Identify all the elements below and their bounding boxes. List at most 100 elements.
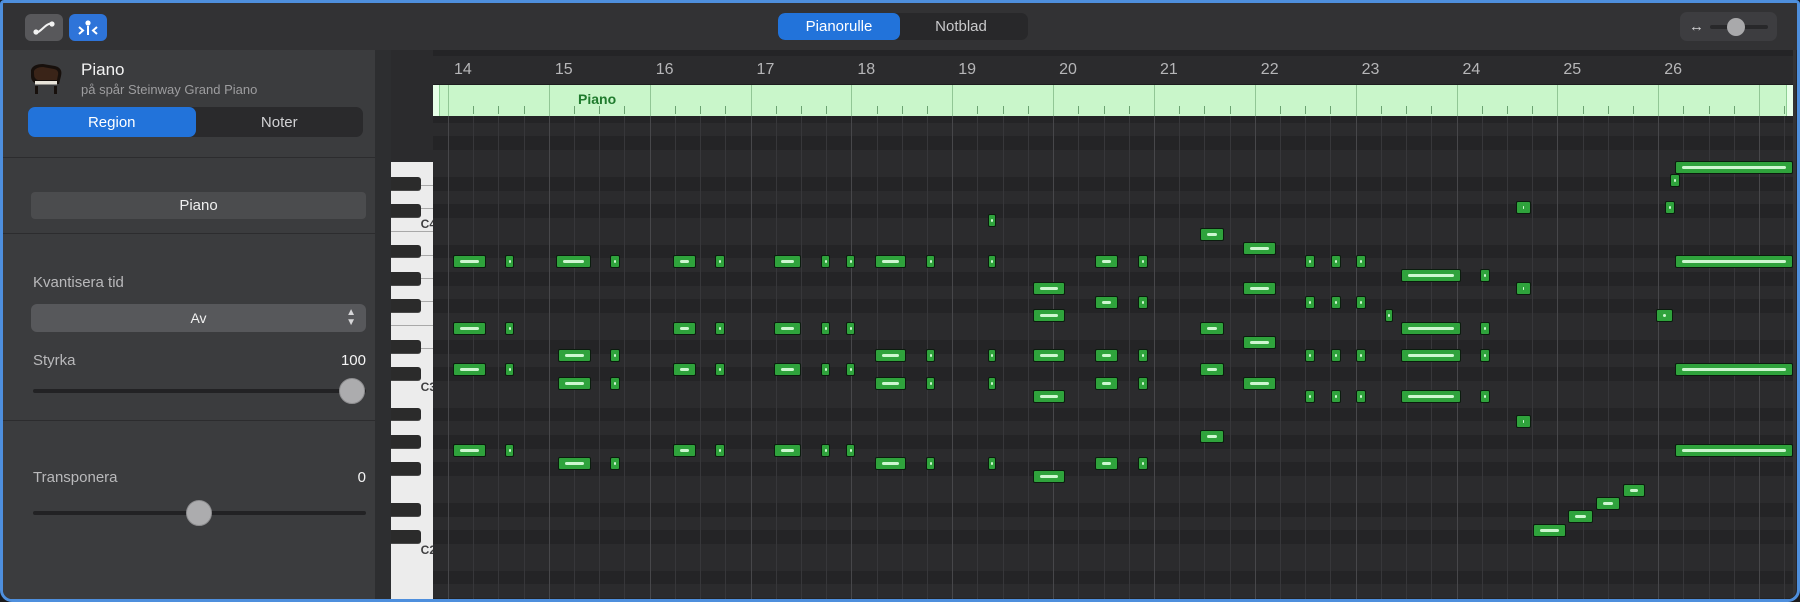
midi-note[interactable]: [1033, 469, 1065, 483]
midi-note[interactable]: [505, 321, 514, 335]
midi-note[interactable]: [846, 254, 855, 268]
midi-note[interactable]: [1356, 295, 1366, 309]
midi-note[interactable]: [715, 443, 725, 457]
midi-note[interactable]: [1480, 389, 1490, 403]
midi-note[interactable]: [1656, 308, 1673, 322]
midi-note[interactable]: [774, 254, 801, 268]
midi-note[interactable]: [1305, 295, 1315, 309]
midi-note[interactable]: [1200, 362, 1224, 376]
piano-key-black[interactable]: [391, 367, 421, 381]
midi-note[interactable]: [926, 348, 935, 362]
transpose-slider-track[interactable]: [33, 500, 366, 526]
midi-note[interactable]: [1331, 348, 1341, 362]
midi-note[interactable]: [1305, 389, 1315, 403]
midi-note[interactable]: [1533, 523, 1566, 537]
midi-note[interactable]: [875, 376, 906, 390]
midi-note[interactable]: [453, 443, 486, 457]
automation-curve-tool-button[interactable]: [25, 14, 63, 41]
midi-note[interactable]: [1675, 362, 1793, 376]
midi-note[interactable]: [1331, 295, 1341, 309]
midi-note[interactable]: [1138, 254, 1148, 268]
midi-note[interactable]: [1033, 281, 1065, 295]
velocity-slider-track[interactable]: [33, 378, 366, 404]
midi-note[interactable]: [453, 254, 486, 268]
midi-note[interactable]: [1243, 281, 1276, 295]
midi-note[interactable]: [774, 443, 801, 457]
bar-ruler[interactable]: 14 15 16 17 18 19 20 21 22 23 24 25 26: [433, 56, 1793, 85]
midi-note[interactable]: [1305, 348, 1315, 362]
midi-note[interactable]: [1356, 389, 1366, 403]
midi-note[interactable]: [1675, 443, 1793, 457]
midi-note[interactable]: [1356, 254, 1366, 268]
midi-note[interactable]: [715, 321, 725, 335]
piano-key-black[interactable]: [391, 272, 421, 286]
piano-key-black[interactable]: [391, 502, 421, 517]
piano-key-black[interactable]: [391, 204, 421, 218]
piano-key-black[interactable]: [391, 176, 421, 191]
midi-note[interactable]: [1138, 348, 1148, 362]
transpose-slider-knob[interactable]: [186, 500, 212, 526]
midi-note[interactable]: [1480, 268, 1490, 282]
midi-note[interactable]: [1401, 268, 1461, 282]
midi-note[interactable]: [610, 254, 620, 268]
midi-note[interactable]: [1095, 348, 1118, 362]
midi-note[interactable]: [673, 443, 696, 457]
piano-key-black[interactable]: [391, 462, 421, 476]
midi-note[interactable]: [846, 443, 855, 457]
midi-note[interactable]: [1095, 456, 1118, 470]
region-name-button[interactable]: Piano: [31, 192, 366, 219]
midi-note[interactable]: [1138, 295, 1148, 309]
midi-note[interactable]: [1331, 389, 1341, 403]
midi-note[interactable]: [1356, 348, 1366, 362]
midi-note[interactable]: [1675, 160, 1793, 174]
midi-note[interactable]: [1033, 389, 1065, 403]
midi-note[interactable]: [1200, 227, 1224, 241]
midi-note[interactable]: [715, 254, 725, 268]
midi-note[interactable]: [1480, 321, 1490, 335]
midi-note[interactable]: [1568, 509, 1593, 523]
midi-note[interactable]: [1401, 348, 1461, 362]
midi-note[interactable]: [1331, 254, 1341, 268]
midi-note[interactable]: [505, 362, 514, 376]
midi-note[interactable]: [1401, 321, 1461, 335]
piano-key-black[interactable]: [391, 530, 421, 544]
tab-region[interactable]: Region: [28, 107, 196, 137]
midi-note[interactable]: [1596, 496, 1620, 510]
midi-note[interactable]: [673, 362, 696, 376]
midi-note[interactable]: [821, 362, 830, 376]
midi-note[interactable]: [988, 456, 996, 470]
midi-note[interactable]: [1095, 295, 1118, 309]
midi-note[interactable]: [846, 362, 855, 376]
split-tool-button[interactable]: [69, 14, 107, 41]
midi-note[interactable]: [1516, 414, 1531, 428]
midi-note[interactable]: [558, 376, 591, 390]
midi-note[interactable]: [1138, 456, 1148, 470]
midi-note[interactable]: [1665, 200, 1675, 214]
midi-note[interactable]: [1243, 335, 1276, 349]
midi-note[interactable]: [988, 348, 996, 362]
midi-note[interactable]: [1033, 308, 1065, 322]
midi-note[interactable]: [926, 456, 935, 470]
zoom-slider-knob[interactable]: [1727, 17, 1746, 36]
zoom-slider-track[interactable]: [1710, 17, 1768, 36]
midi-note[interactable]: [1305, 254, 1315, 268]
midi-note[interactable]: [1033, 348, 1065, 362]
midi-note[interactable]: [715, 362, 725, 376]
midi-note[interactable]: [453, 321, 486, 335]
midi-note[interactable]: [1200, 429, 1224, 443]
tab-notblad[interactable]: Notblad: [900, 13, 1022, 40]
midi-note[interactable]: [774, 321, 801, 335]
midi-note[interactable]: [821, 321, 830, 335]
midi-note[interactable]: [821, 254, 830, 268]
quantize-dropdown[interactable]: Av ▲ ▼: [31, 304, 366, 332]
midi-note[interactable]: [1385, 308, 1393, 322]
midi-note[interactable]: [1138, 376, 1148, 390]
midi-note[interactable]: [1095, 376, 1118, 390]
midi-note[interactable]: [1243, 376, 1276, 390]
midi-note[interactable]: [846, 321, 855, 335]
midi-note[interactable]: [505, 443, 514, 457]
midi-note[interactable]: [1670, 173, 1680, 187]
midi-note[interactable]: [1675, 254, 1793, 268]
piano-key-black[interactable]: [391, 435, 421, 449]
piano-key-black[interactable]: [391, 299, 421, 313]
